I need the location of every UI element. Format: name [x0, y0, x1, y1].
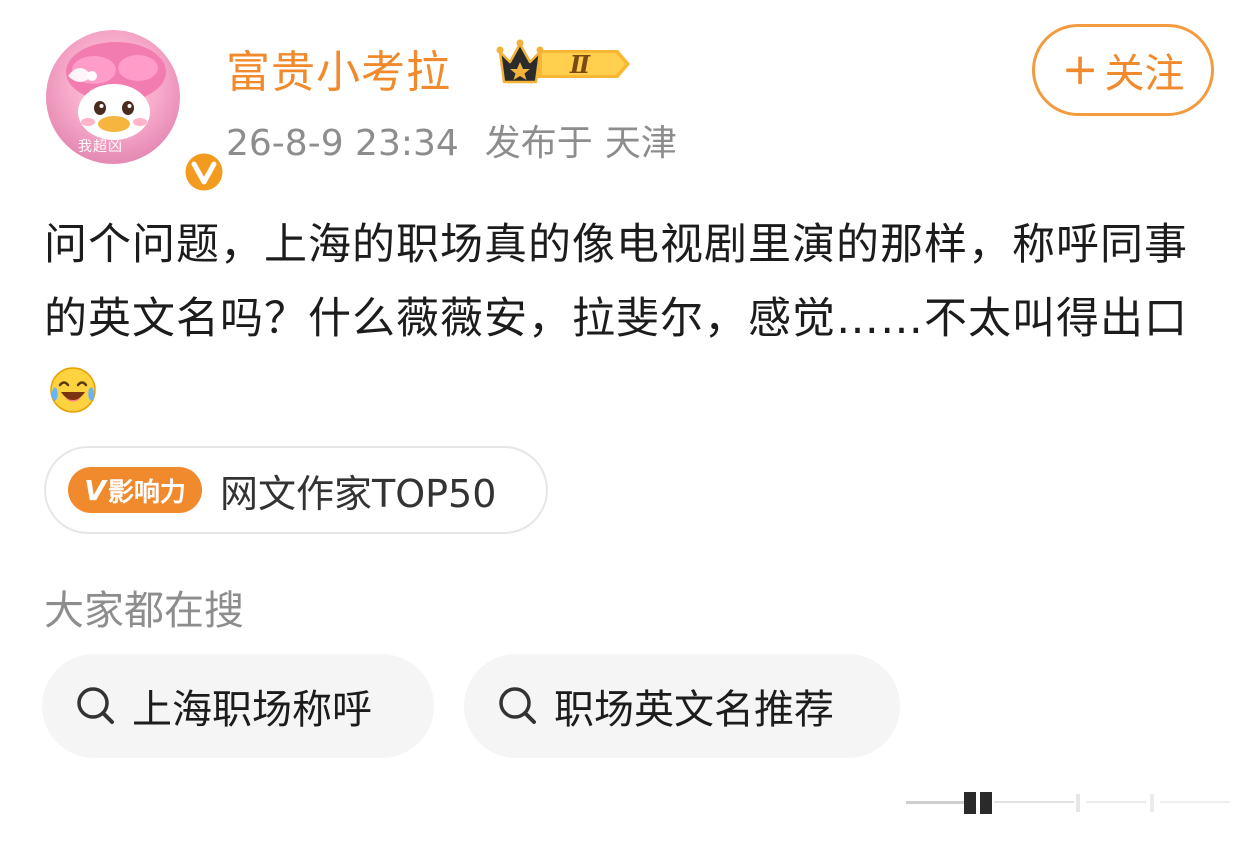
post-body: 问个问题，上海的职场真的像电视剧里演的那样，称呼同事的英文名吗？什么薇薇安，拉斐…: [44, 220, 1188, 344]
search-chip[interactable]: 上海职场称呼: [42, 654, 434, 758]
follow-button[interactable]: + 关注: [1032, 24, 1214, 116]
follow-button-label: 关注: [1104, 51, 1185, 97]
influence-text: 网文作家TOP50: [220, 471, 497, 516]
laughing-crying-emoji-icon: [50, 367, 96, 413]
search-chip-label: 职场英文名推荐: [554, 687, 834, 733]
published-label: 发布于: [484, 123, 593, 164]
influence-badge[interactable]: V 影响力 网文作家TOP50: [44, 446, 548, 534]
influence-v-icon: V: [84, 473, 106, 507]
avatar[interactable]: 我超凶: [46, 30, 226, 194]
level-badge-text: Ⅱ: [569, 50, 591, 79]
avatar-caption: 我超凶: [78, 139, 123, 155]
post-timestamp: 26-8-9 23:34: [226, 123, 459, 164]
avatar-image: 我超凶: [46, 30, 180, 164]
post-location: 天津: [604, 123, 677, 164]
influence-pill: V 影响力: [68, 467, 202, 513]
crown-level-badge-icon[interactable]: Ⅱ: [496, 38, 634, 90]
plus-icon: +: [1061, 44, 1099, 95]
post-meta: 26-8-9 23:34 发布于 天津: [226, 114, 677, 166]
trending-search-heading: 大家都在搜: [44, 588, 244, 634]
influence-pill-label: 影响力: [107, 477, 186, 508]
search-icon: [499, 687, 536, 724]
watermark-icon: [906, 792, 1230, 814]
post-text: 问个问题，上海的职场真的像电视剧里演的那样，称呼同事的英文名吗？什么薇薇安，拉斐…: [44, 208, 1224, 430]
search-chip-label: 上海职场称呼: [132, 687, 372, 733]
author-name[interactable]: 富贵小考拉: [226, 36, 451, 100]
search-chip[interactable]: 职场英文名推荐: [464, 654, 900, 758]
search-icon: [77, 687, 114, 724]
verified-v-icon: [182, 150, 226, 194]
